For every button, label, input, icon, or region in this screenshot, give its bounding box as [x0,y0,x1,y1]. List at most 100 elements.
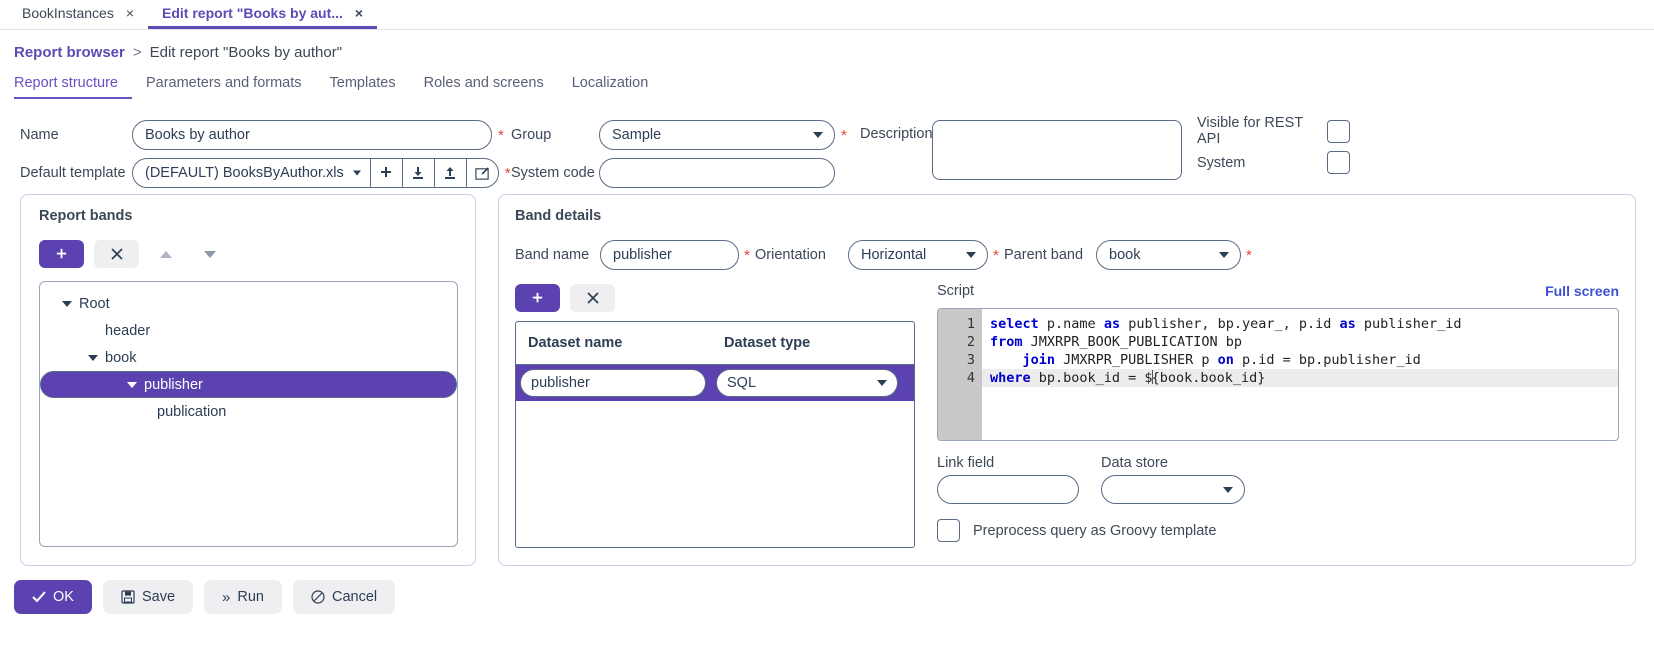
orientation-label: Orientation [755,247,826,263]
move-band-down-button[interactable] [193,240,227,268]
group-required-marker: * [841,126,847,144]
band-details-title: Band details [515,208,602,224]
ok-button[interactable]: OK [14,580,92,614]
save-button[interactable]: Save [102,580,194,614]
run-button-label: Run [237,589,264,605]
window-tab-label: BookInstances [22,5,114,21]
add-dataset-button[interactable] [515,284,560,312]
group-select[interactable]: Sample [599,120,835,150]
dataset-type-cell: SQL [716,369,898,397]
remove-dataset-button[interactable] [570,284,615,312]
tree-node-book[interactable]: book [40,344,457,371]
add-template-button[interactable] [369,159,402,187]
full-screen-link[interactable]: Full screen [1545,283,1619,299]
tree-node-publication[interactable]: publication [40,398,457,425]
upload-template-button[interactable] [433,159,466,187]
dataset-table-header: Dataset name Dataset type [516,322,914,365]
code-line: join JMXRPR_PUBLISHER p on p.id = bp.pub… [982,351,1618,369]
description-textarea[interactable] [932,120,1182,180]
system-checkbox[interactable] [1327,151,1350,174]
sql-keyword: on [1217,352,1234,368]
dataset-name-input[interactable] [520,369,706,397]
data-store-select[interactable] [1101,475,1245,504]
visible-for-rest-api-checkbox[interactable] [1327,119,1350,143]
close-icon[interactable]: × [126,5,134,21]
orientation-select[interactable]: Horizontal [848,240,988,270]
close-x-icon [586,292,599,304]
link-field-label: Link field [937,455,995,471]
tree-node-publisher[interactable]: publisher [40,371,457,398]
tab-localization[interactable]: Localization [558,75,663,99]
sql-text: p.name [1038,316,1104,332]
edit-template-button[interactable] [465,159,498,187]
default-template-select[interactable]: (DEFAULT) BooksByAuthor.xls [133,159,370,187]
close-icon[interactable]: × [355,5,363,21]
report-properties-form: Name * Default template (DEFAULT) BooksB… [0,109,1654,189]
cancel-button-label: Cancel [331,589,378,605]
window-tab-label: Edit report "Books by aut... [162,5,343,21]
breadcrumb-current: Edit report "Books by author" [149,44,343,61]
parent-band-value: book [1109,247,1141,263]
name-input[interactable] [132,120,492,150]
tab-roles-and-screens[interactable]: Roles and screens [410,75,558,99]
band-name-input[interactable] [600,240,739,270]
window-tab-edit-report[interactable]: Edit report "Books by aut... × [148,0,378,29]
default-template-required-marker: * [504,164,511,182]
move-band-up-button[interactable] [149,240,183,268]
breadcrumb-separator: > [132,44,142,61]
table-row[interactable]: SQL [516,365,914,401]
system-code-input[interactable] [599,158,835,188]
expand-triangle-icon[interactable] [127,381,137,388]
tree-node-label: Root [79,295,110,312]
parent-band-select[interactable]: book [1096,240,1241,270]
orientation-value: Horizontal [861,247,927,263]
check-icon [32,591,46,603]
tab-parameters-and-formats[interactable]: Parameters and formats [132,75,316,99]
remove-band-button[interactable] [94,240,139,268]
tree-node-label: book [105,349,137,366]
chevron-down-icon [813,132,823,138]
sql-keyword: as [1103,316,1121,332]
tree-node-label: publication [157,403,227,420]
name-required-marker: * [498,126,504,144]
visible-for-rest-api-label: Visible for REST API [1197,115,1303,147]
band-name-required-marker: * [744,246,750,264]
chevron-down-icon [966,252,976,258]
preprocess-groovy-label: Preprocess query as Groovy template [973,522,1217,539]
group-label: Group [511,127,552,143]
sql-text: JMXRPR_PUBLISHER p [1055,352,1218,368]
plus-icon [381,167,392,177]
cancel-button[interactable]: Cancel [292,580,396,614]
script-label: Script [937,283,975,299]
sql-text: p.id = bp.publisher_id [1233,352,1421,368]
pencil-edit-icon [475,166,489,180]
sql-keyword: join [1022,352,1056,368]
download-icon [413,167,424,179]
window-tab-bookinstances[interactable]: BookInstances × [8,0,148,29]
report-bands-tree[interactable]: Root header book publisher publication [39,281,458,547]
tree-node-Root[interactable]: Root [40,290,457,317]
tree-node-header[interactable]: header [40,317,457,344]
report-bands-toolbar [39,240,227,268]
add-band-button[interactable] [39,240,84,268]
breadcrumb-report-browser[interactable]: Report browser [14,44,125,61]
script-code-editor[interactable]: 1 2 3 4 select p.name as publisher, bp.year… [937,308,1619,441]
system-code-label: System code [511,165,595,181]
breadcrumb: Report browser > Edit report "Books by a… [0,30,1654,67]
default-template-value: (DEFAULT) BooksByAuthor.xls [145,165,344,181]
line-number: 1 [966,316,975,332]
line-number: 2 [966,334,975,350]
report-bands-title: Report bands [39,208,133,224]
tab-templates[interactable]: Templates [316,75,410,99]
up-arrow-icon [160,250,172,258]
expand-triangle-icon[interactable] [62,300,72,307]
chevron-down-icon [877,380,887,386]
tab-report-structure[interactable]: Report structure [14,75,132,99]
run-button[interactable]: » Run [204,580,282,614]
expand-triangle-icon[interactable] [88,354,98,361]
link-field-input[interactable] [937,475,1079,504]
preprocess-groovy-checkbox[interactable] [937,519,960,542]
download-template-button[interactable] [401,159,434,187]
dataset-type-select[interactable]: SQL [716,369,898,397]
